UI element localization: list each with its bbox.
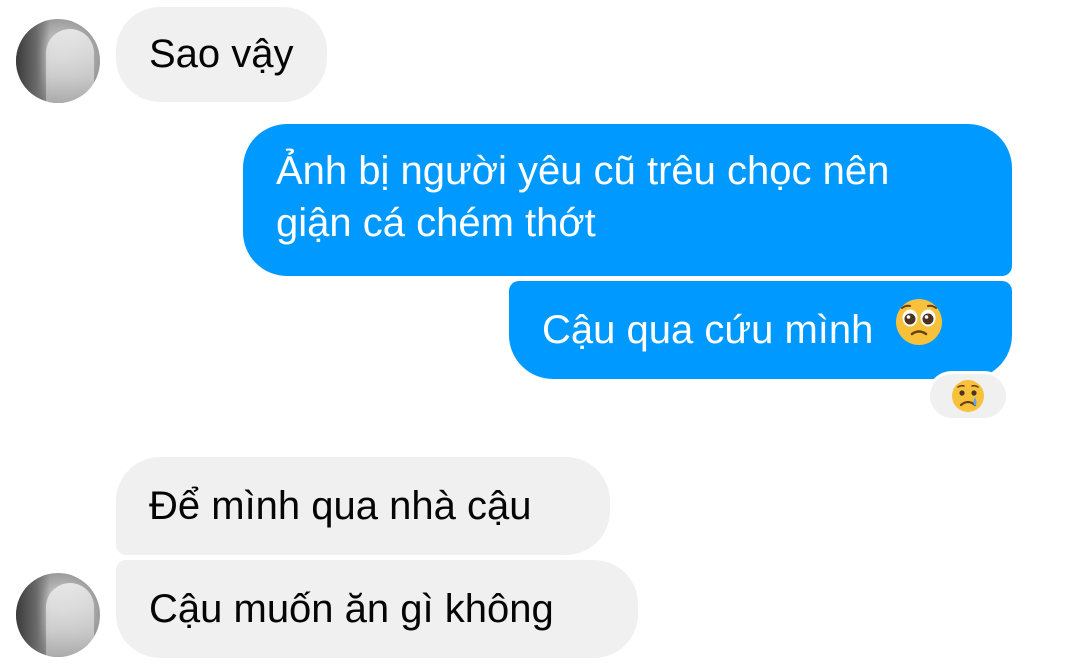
message-reaction[interactable] [930,374,1006,418]
message-text: Sao vậy [149,32,294,76]
crying-face-icon [950,378,986,419]
message-text: Cậu qua cứu mình [542,308,874,353]
message-text-line: giận cá chém thớt [276,201,596,245]
incoming-message[interactable]: Sao vậy [116,7,327,102]
contact-avatar[interactable] [16,573,100,657]
avatar-figure [46,29,94,103]
pleading-face-icon [893,296,945,361]
avatar-shadow [16,19,50,103]
chat-thread: Sao vậy Ảnh bị người yêu cũ trêu chọc nê… [0,0,1080,664]
message-text-line: Ảnh bị người yêu cũ trêu chọc nên [276,149,890,193]
avatar-shadow [16,573,50,657]
message-text: Cậu muốn ăn gì không [149,587,554,631]
avatar-figure [46,583,94,657]
message-text: Để mình qua nhà cậu [149,484,532,528]
contact-avatar[interactable] [16,19,100,103]
outgoing-message[interactable]: Ảnh bị người yêu cũ trêu chọc nên giận c… [243,124,1012,276]
incoming-message[interactable]: Để mình qua nhà cậu [116,457,610,555]
outgoing-message[interactable]: Cậu qua cứu mình [509,281,1012,379]
incoming-message[interactable]: Cậu muốn ăn gì không [116,560,638,658]
